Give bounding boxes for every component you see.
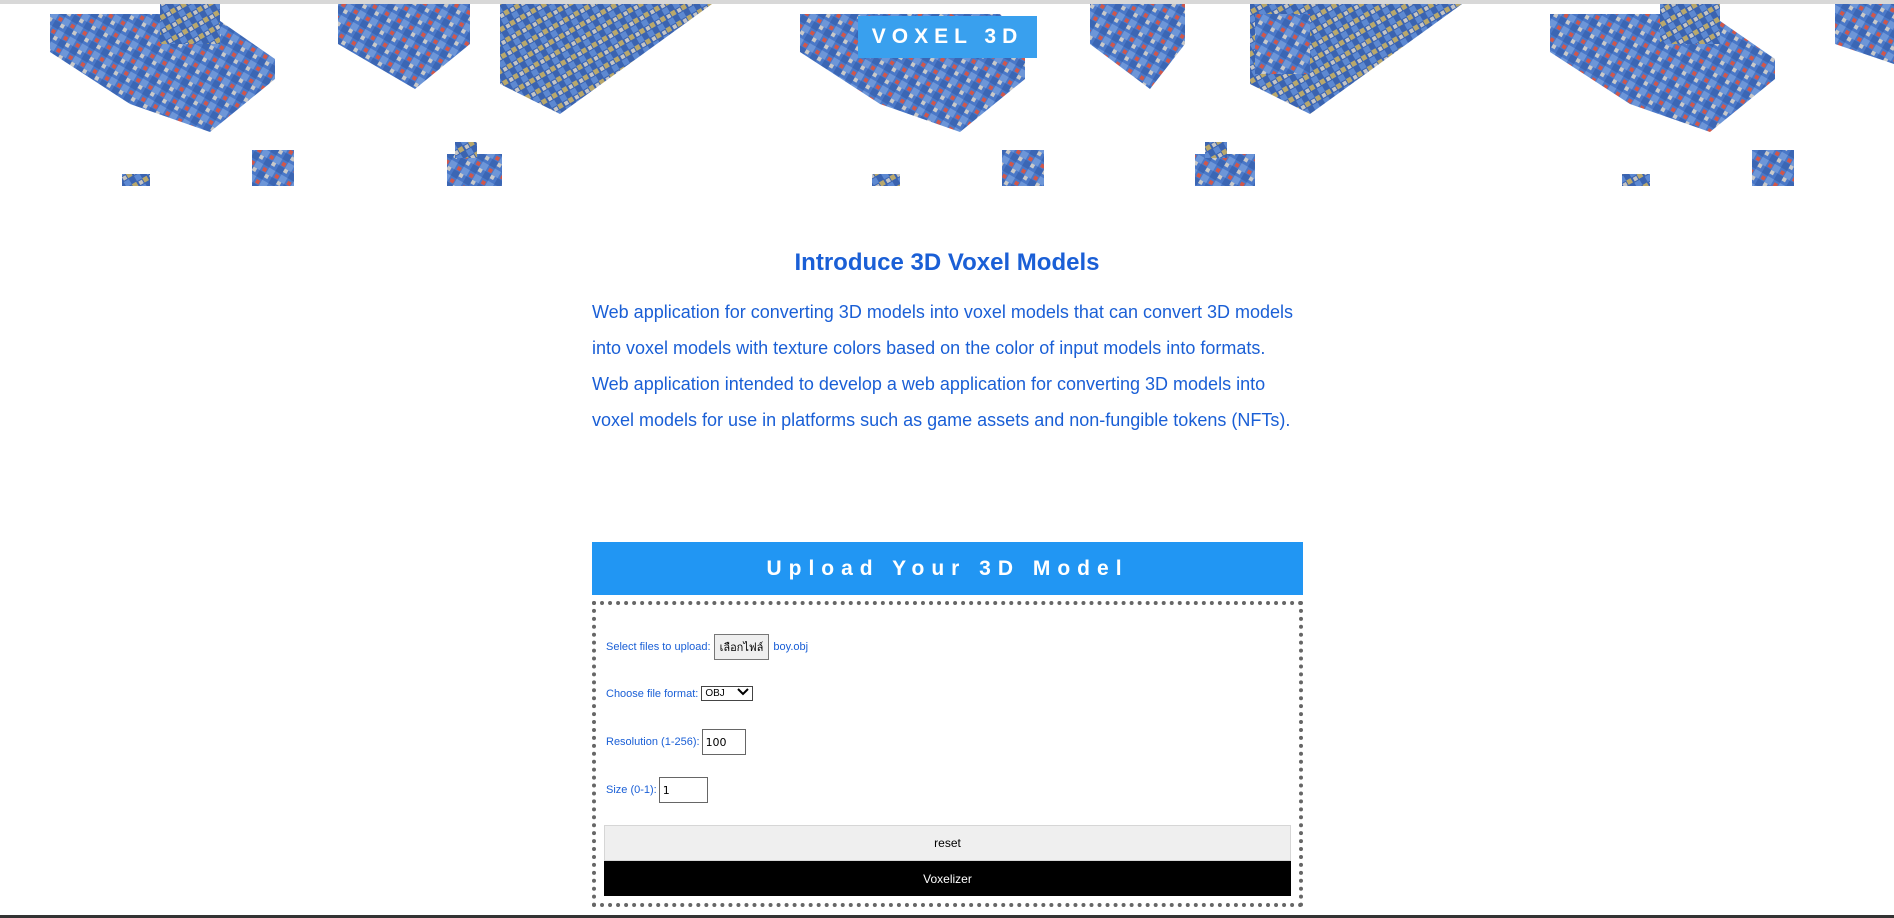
file-format-row: Choose file format: OBJ — [606, 686, 754, 701]
hero-banner: VOXEL 3D — [0, 4, 1894, 186]
selected-file-name: boy.obj — [773, 641, 809, 653]
resolution-input[interactable]: 100 — [701, 729, 746, 755]
intro-title: Introduce 3D Voxel Models — [794, 249, 1100, 276]
file-upload-label: Select files to upload: — [606, 641, 711, 653]
upload-form: Select files to upload: เลือกไฟล์ boy.ob… — [592, 601, 1303, 907]
file-format-value: OBJ — [705, 688, 725, 699]
file-format-label: Choose file format: — [606, 687, 699, 700]
brand-logo[interactable]: VOXEL 3D — [858, 16, 1037, 58]
voxel-tile-1 — [50, 4, 712, 186]
resolution-label: Resolution (1-256): — [606, 736, 700, 748]
resolution-row: Resolution (1-256): 100 — [606, 729, 746, 755]
file-upload-row: Select files to upload: เลือกไฟล์ boy.ob… — [606, 634, 808, 660]
size-input[interactable]: 1 — [658, 777, 708, 803]
reset-button[interactable]: reset — [604, 825, 1291, 861]
upload-section-header: Upload Your 3D Model — [592, 542, 1303, 595]
voxelizer-button[interactable]: Voxelizer — [604, 861, 1291, 896]
file-format-select[interactable]: OBJ — [701, 686, 754, 701]
intro-description: Web application for converting 3D models… — [592, 302, 1294, 430]
size-label: Size (0-1): — [606, 784, 657, 796]
choose-file-button[interactable]: เลือกไฟล์ — [713, 634, 770, 660]
voxel-tile-3 — [1550, 4, 1894, 186]
chevron-down-icon — [737, 688, 750, 699]
size-row: Size (0-1): 1 — [606, 777, 708, 803]
